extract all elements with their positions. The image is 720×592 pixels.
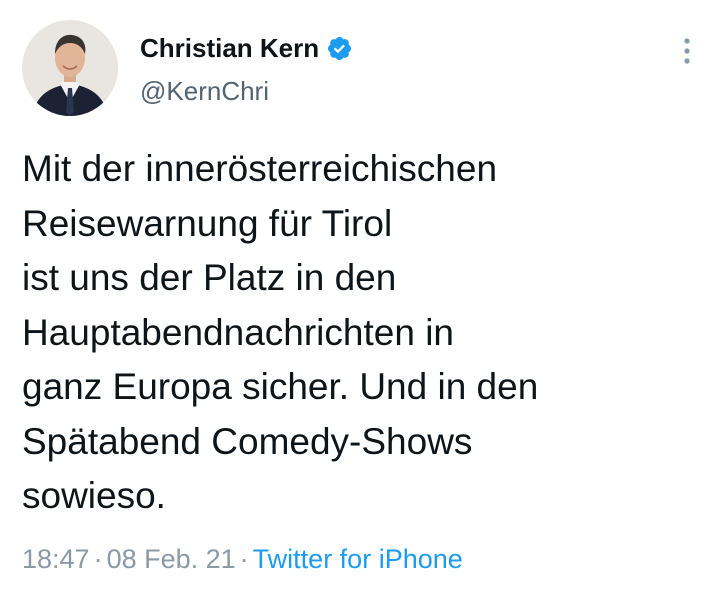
tweet-text-line: ist uns der Platz in den (22, 257, 397, 298)
verified-badge-icon (326, 35, 353, 62)
tweet-text-line: Spätabend Comedy-Shows (22, 420, 473, 462)
tweet-text-line: ganz Europa sicher. Und in den (22, 366, 539, 407)
author-name-row: Christian Kern (140, 30, 353, 66)
author-display-name[interactable]: Christian Kern (140, 33, 319, 64)
tweet-card: Christian Kern @KernChri Mit der innerös… (0, 0, 720, 592)
tweet-text-line: sowieso. (22, 475, 166, 516)
tweet-meta: 18:47 · 08 Feb. 21 · Twitter for iPhone (22, 541, 463, 577)
author-avatar[interactable] (22, 20, 118, 116)
tweet-text-line: Hauptabendnachrichten in (22, 311, 454, 353)
meta-separator: · (93, 544, 103, 574)
tweet-source-link[interactable]: Twitter for iPhone (253, 544, 463, 574)
avatar-photo (22, 20, 118, 116)
meta-separator: · (239, 544, 249, 574)
tweet-text-line: Mit der innerösterreichischen (22, 148, 498, 189)
tweet-text: Mit der innerösterreichischen Reisewarnu… (22, 142, 702, 524)
author-handle[interactable]: @KernChri (140, 76, 269, 107)
tweet-time[interactable]: 18:47 (22, 544, 90, 574)
more-vertical-icon[interactable] (680, 36, 694, 66)
tweet-date[interactable]: 08 Feb. 21 (107, 544, 236, 574)
tweet-text-line: Reisewarnung für Tirol (22, 202, 393, 244)
